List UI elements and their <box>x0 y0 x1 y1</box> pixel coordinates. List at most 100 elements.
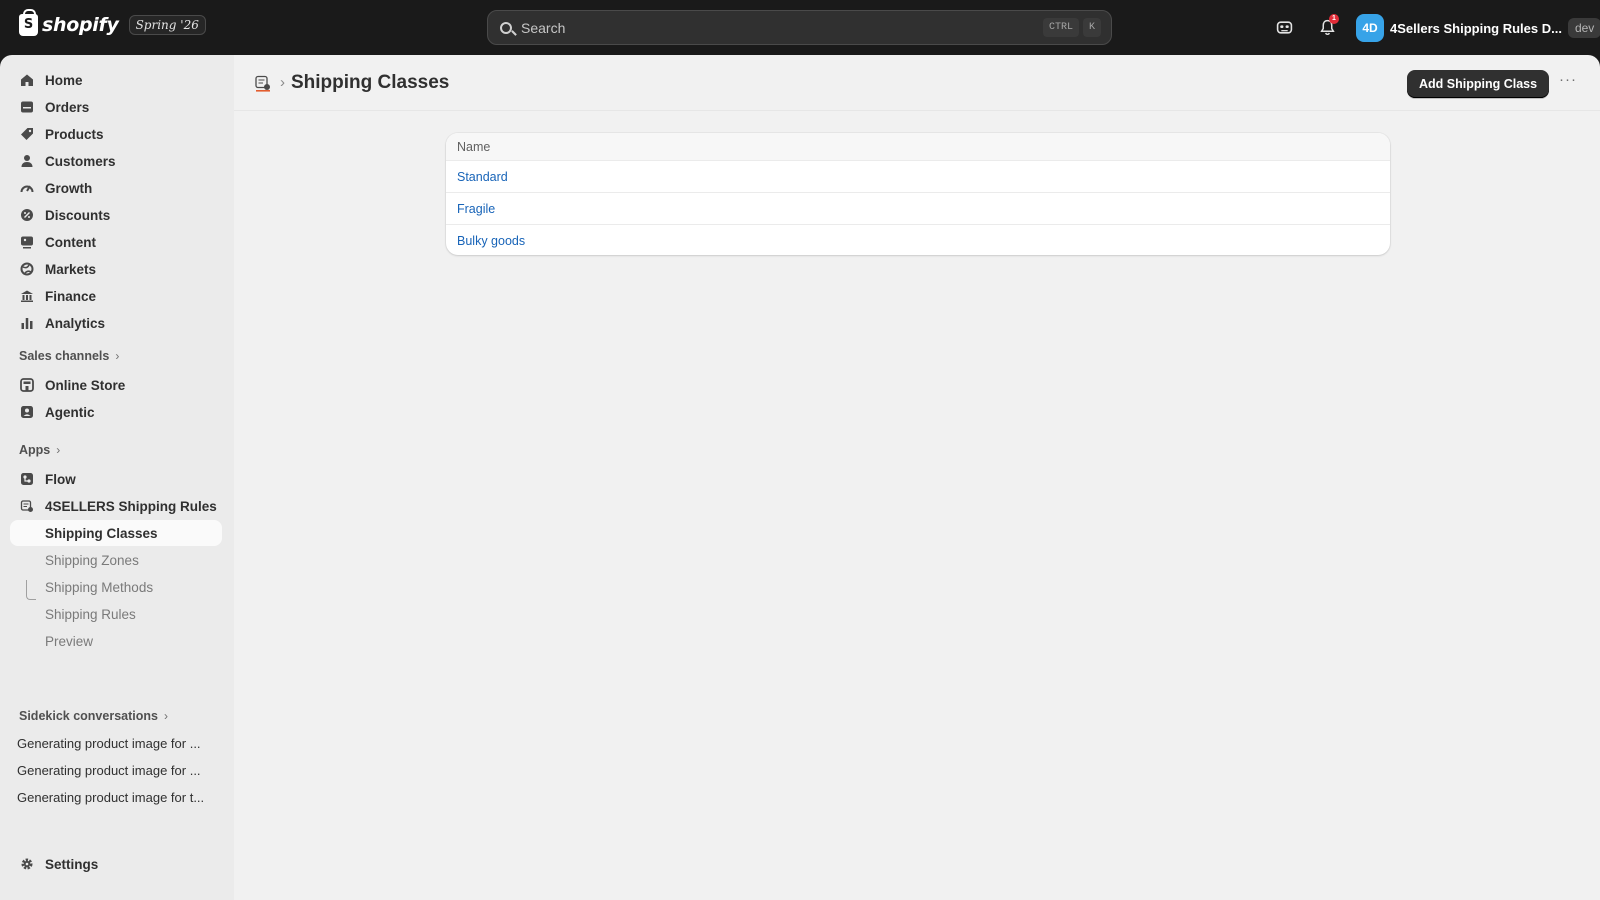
shipping-class-link-fragile[interactable]: Fragile <box>457 202 495 216</box>
sidebar-item-finance[interactable]: Finance <box>10 283 222 309</box>
chevron-right-icon: › <box>163 709 168 723</box>
sidebar-item-products[interactable]: Products <box>10 121 222 147</box>
sidebar-subitem-shipping-rules[interactable]: Shipping Rules <box>10 601 222 627</box>
sidebar-item-discounts[interactable]: Discounts <box>10 202 222 228</box>
store-icon <box>19 377 35 393</box>
sidekick-conversations-section-header[interactable]: Sidekick conversations › <box>19 709 168 723</box>
shopify-bag-icon: S <box>19 9 38 36</box>
globe-icon <box>19 261 35 277</box>
shipping-class-link-bulky-goods[interactable]: Bulky goods <box>457 234 525 248</box>
sidebar-item-label: Shipping Rules <box>45 606 136 622</box>
gauge-icon <box>19 180 35 196</box>
notifications-bell-icon[interactable]: 1 <box>1317 14 1339 37</box>
sidebar: Home Orders Products Customers Growth Di… <box>0 55 234 900</box>
sidekick-conversation-item[interactable]: Generating product image for t... <box>17 790 217 805</box>
discount-icon <box>19 207 35 223</box>
notification-count-badge: 1 <box>1329 14 1339 24</box>
sidebar-item-label: Content <box>45 234 96 250</box>
sidebar-item-settings[interactable]: Settings <box>10 851 222 877</box>
home-icon <box>19 72 35 88</box>
top-bar: S shopify Spring '26 Search CTRL K 1 4D … <box>0 0 1600 55</box>
sidebar-item-label: Shipping Methods <box>45 579 154 595</box>
section-label: Sales channels <box>19 349 110 363</box>
bar-chart-icon <box>19 315 35 331</box>
sidebar-subitem-shipping-classes[interactable]: Shipping Classes <box>10 520 222 546</box>
sidebar-item-label: Preview <box>45 633 94 649</box>
bank-icon <box>19 288 35 304</box>
sidebar-item-label: Online Store <box>45 377 126 393</box>
agentic-icon <box>19 404 35 420</box>
shortcut-key-ctrl: CTRL <box>1042 18 1079 37</box>
table-row: Fragile <box>446 193 1390 225</box>
sidebar-item-label: Home <box>45 72 83 88</box>
sales-channels-section-header[interactable]: Sales channels › <box>19 349 119 363</box>
sidekick-conversation-item[interactable]: Generating product image for ... <box>17 763 217 778</box>
sidebar-item-home[interactable]: Home <box>10 67 222 93</box>
app-breadcrumb-icon[interactable] <box>254 74 274 94</box>
sidebar-item-4sellers-shipping-rules[interactable]: 4SELLERS Shipping Rules <box>10 493 222 519</box>
sidebar-item-label: Finance <box>45 288 97 304</box>
sidebar-subitem-shipping-zones[interactable]: Shipping Zones <box>10 547 222 573</box>
table-row: Bulky goods <box>446 225 1390 255</box>
sidebar-item-label: Orders <box>45 99 90 115</box>
sidebar-item-label: Analytics <box>45 315 106 331</box>
brand-wordmark: shopify <box>42 14 119 36</box>
store-switcher[interactable]: 4D 4Sellers Shipping Rules D... dev <box>1356 14 1600 42</box>
sidebar-item-online-store[interactable]: Online Store <box>10 372 222 398</box>
sidebar-item-growth[interactable]: Growth <box>10 175 222 201</box>
sidebar-item-label: Flow <box>45 471 76 487</box>
tag-icon <box>19 126 35 142</box>
dev-badge: dev <box>1567 18 1600 38</box>
sidebar-item-agentic[interactable]: Agentic <box>10 399 222 425</box>
flow-icon <box>19 471 35 487</box>
search-icon <box>500 21 512 34</box>
sidebar-item-label: Shipping Classes <box>45 525 158 541</box>
more-actions-icon[interactable]: ··· <box>1558 72 1578 91</box>
sidebar-item-label: Agentic <box>45 404 95 420</box>
sidebar-item-label: Settings <box>45 856 99 872</box>
sidebar-item-content[interactable]: Content <box>10 229 222 255</box>
section-label: Apps <box>19 443 51 457</box>
sidebar-item-markets[interactable]: Markets <box>10 256 222 282</box>
sidebar-item-analytics[interactable]: Analytics <box>10 310 222 336</box>
search-shortcut: CTRL K <box>1042 18 1101 37</box>
chevron-right-icon: › <box>56 443 61 457</box>
sidebar-item-flow[interactable]: Flow <box>10 466 222 492</box>
shipping-class-link-standard[interactable]: Standard <box>457 170 508 184</box>
table-row: Standard <box>446 161 1390 193</box>
page-title: Shipping Classes <box>291 72 450 93</box>
sidebar-item-label: Discounts <box>45 207 111 223</box>
sidebar-item-customers[interactable]: Customers <box>10 148 222 174</box>
add-shipping-class-button[interactable]: Add Shipping Class <box>1407 70 1550 98</box>
search-bar[interactable]: Search CTRL K <box>487 10 1112 45</box>
main-content: › Shipping Classes Add Shipping Class ··… <box>234 55 1600 900</box>
orders-icon <box>19 99 35 115</box>
apps-section-header[interactable]: Apps › <box>19 443 60 457</box>
edition-badge[interactable]: Spring '26 <box>128 15 206 35</box>
breadcrumb-separator-icon: › <box>280 74 285 91</box>
person-icon <box>19 153 35 169</box>
sidebar-item-label: Products <box>45 126 104 142</box>
sidebar-item-label: 4SELLERS Shipping Rules <box>45 498 217 514</box>
shortcut-key-k: K <box>1082 18 1101 37</box>
sidebar-item-label: Growth <box>45 180 93 196</box>
sidebar-item-label: Customers <box>45 153 116 169</box>
sidebar-subitem-preview[interactable]: Preview <box>10 628 222 654</box>
table-header-name: Name <box>446 133 1390 161</box>
content-icon <box>19 234 35 250</box>
sidebar-item-label: Markets <box>45 261 97 277</box>
sidebar-item-label: Shipping Zones <box>45 552 139 568</box>
sidekick-conversation-item[interactable]: Generating product image for ... <box>17 736 217 751</box>
shopify-logo[interactable]: S shopify Spring '26 <box>19 9 206 36</box>
search-placeholder: Search <box>521 19 566 36</box>
page-header: › Shipping Classes Add Shipping Class ··… <box>234 55 1600 111</box>
store-avatar: 4D <box>1356 14 1384 42</box>
sidebar-subitem-shipping-methods[interactable]: Shipping Methods <box>10 574 222 600</box>
store-name: 4Sellers Shipping Rules D... <box>1390 20 1562 36</box>
section-label: Sidekick conversations <box>19 709 158 723</box>
sidekick-icon[interactable] <box>1274 17 1294 37</box>
chevron-right-icon: › <box>115 349 120 363</box>
sidebar-item-orders[interactable]: Orders <box>10 94 222 120</box>
gear-icon <box>19 856 35 872</box>
shipping-classes-table: Name Standard Fragile Bulky goods <box>446 133 1390 255</box>
